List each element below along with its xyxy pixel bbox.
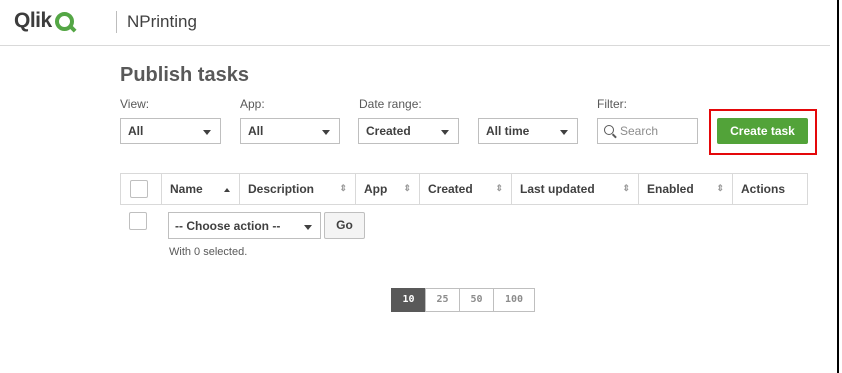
bulk-action-select[interactable]: -- Choose action -- [168,212,321,239]
page-size-50[interactable]: 50 [459,288,494,312]
selected-count-text: With 0 selected. [169,246,248,258]
page-size-10[interactable]: 10 [391,288,426,312]
select-all-checkbox[interactable] [130,180,148,198]
column-actions: Actions [733,174,807,204]
date-range-label: Date range: [359,97,422,111]
bulk-select-checkbox[interactable] [129,212,147,230]
page-size-25[interactable]: 25 [425,288,460,312]
page-title: Publish tasks [120,64,249,86]
bulk-action-value: -- Choose action -- [175,219,281,233]
date-range-field-value: Created [366,124,411,138]
qlik-logo[interactable]: Qlik [14,9,74,33]
tasks-table-header: Name Description ⇕ App ⇕ Created ⇕ Last … [120,173,808,205]
app-header: Qlik NPrinting [0,0,830,46]
column-actions-label: Actions [741,182,786,196]
app-label: App: [240,97,265,111]
select-all-column [121,174,162,204]
chevron-down-icon [322,130,330,135]
date-range-period-select[interactable]: All time [478,118,578,144]
date-range-period-value: All time [486,124,530,138]
go-button[interactable]: Go [324,212,365,239]
column-description[interactable]: Description ⇕ [240,174,356,204]
column-description-label: Description [248,182,315,196]
header-divider [116,11,117,33]
logo-text: Qlik [14,9,52,32]
app-select[interactable]: All [240,118,340,144]
date-range-field-select[interactable]: Created [358,118,459,144]
sort-ascending-icon [224,188,230,192]
search-input[interactable]: Search [597,118,698,144]
chevron-down-icon [203,130,211,135]
search-icon [604,125,614,135]
app-select-value: All [248,124,264,138]
column-name-label: Name [170,182,203,196]
search-placeholder: Search [620,124,659,138]
qlik-q-icon [54,11,74,31]
column-enabled-label: Enabled [647,182,694,196]
column-last-updated[interactable]: Last updated ⇕ [512,174,639,204]
sort-icon: ⇕ [495,183,503,193]
sort-icon: ⇕ [403,183,411,193]
sort-icon: ⇕ [716,183,724,193]
column-created[interactable]: Created ⇕ [420,174,512,204]
column-created-label: Created [428,182,473,196]
column-last-updated-label: Last updated [520,182,595,196]
create-task-button[interactable]: Create task [717,118,808,144]
page-size-selector: 10 25 50 100 [391,288,535,312]
sort-icon: ⇕ [339,183,347,193]
page-size-100[interactable]: 100 [493,288,535,312]
window-border [837,0,839,373]
column-name[interactable]: Name [162,174,240,204]
chevron-down-icon [560,130,568,135]
view-label: View: [120,97,150,111]
column-app-label: App [364,182,388,196]
chevron-down-icon [304,225,312,230]
view-select-value: All [128,124,144,138]
column-app[interactable]: App ⇕ [356,174,420,204]
sort-icon: ⇕ [622,183,630,193]
filter-label: Filter: [597,97,627,111]
chevron-down-icon [441,130,449,135]
app-name: NPrinting [127,12,197,31]
view-select[interactable]: All [120,118,221,144]
column-enabled[interactable]: Enabled ⇕ [639,174,733,204]
